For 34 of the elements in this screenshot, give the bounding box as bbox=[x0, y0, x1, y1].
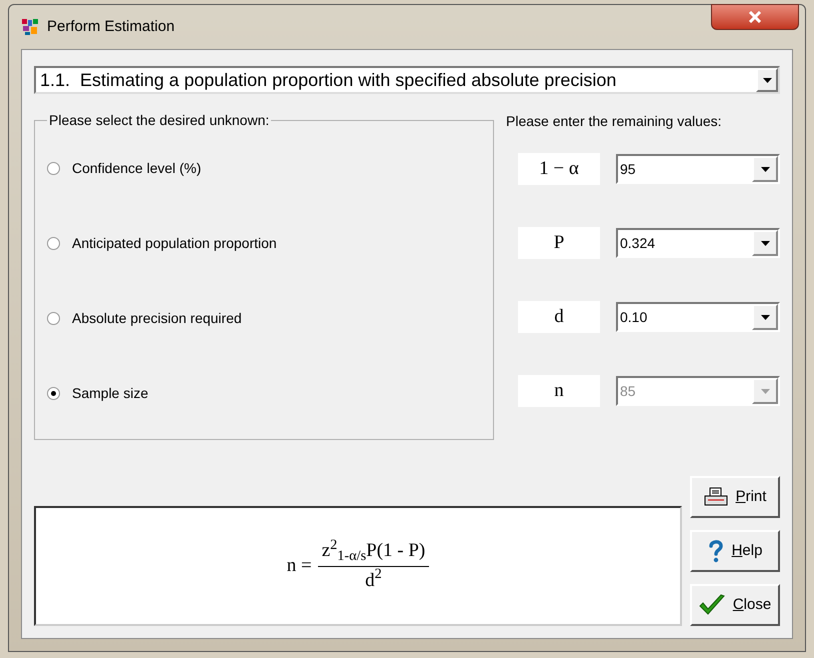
symbol-label: d bbox=[518, 301, 600, 333]
value-dropdown[interactable]: 0.324 bbox=[616, 228, 780, 258]
radio-option[interactable]: Absolute precision required bbox=[47, 308, 242, 329]
dropdown-arrow-icon bbox=[762, 78, 772, 82]
value-dropdown[interactable]: 0.10 bbox=[616, 302, 780, 332]
radio-button[interactable] bbox=[47, 387, 60, 400]
value-dropdown[interactable]: 95 bbox=[616, 154, 780, 184]
radio-option[interactable]: Anticipated population proportion bbox=[47, 233, 277, 254]
radio-button[interactable] bbox=[47, 237, 60, 250]
app-icon bbox=[21, 18, 39, 36]
window-title: Perform Estimation bbox=[47, 16, 175, 37]
close-button[interactable]: Close bbox=[690, 584, 780, 626]
symbol-label: 1 − α bbox=[518, 153, 600, 185]
radio-button[interactable] bbox=[47, 312, 60, 325]
symbol-label: n bbox=[518, 375, 600, 407]
help-button[interactable]: Help bbox=[690, 530, 780, 572]
checkmark-icon bbox=[698, 594, 725, 616]
radio-button[interactable] bbox=[47, 162, 60, 175]
dropdown-arrow-icon bbox=[760, 166, 770, 172]
question-mark-icon bbox=[708, 539, 724, 563]
group-title: Please select the desired unknown: bbox=[48, 111, 270, 130]
method-dropdown[interactable]: 1.1. Estimating a population proportion with specified absolute precision bbox=[34, 66, 780, 94]
close-icon bbox=[748, 11, 762, 23]
radio-option[interactable]: Confidence level (%) bbox=[47, 158, 202, 179]
close-button[interactable] bbox=[711, 4, 799, 30]
dropdown-arrow-icon bbox=[760, 240, 770, 246]
symbol-label: P bbox=[518, 227, 600, 259]
print-button[interactable]: Print bbox=[690, 476, 780, 518]
formula: n = z$^{2}$$_{1-α/s}$P(1 - P) d$^{2}$ bbox=[286, 537, 430, 595]
radio-option[interactable]: Sample size bbox=[47, 383, 148, 404]
dropdown-arrow-icon bbox=[760, 388, 770, 394]
values-heading: Please enter the remaining values: bbox=[506, 112, 723, 131]
printer-icon bbox=[704, 487, 728, 507]
dropdown-arrow-icon bbox=[760, 314, 770, 320]
